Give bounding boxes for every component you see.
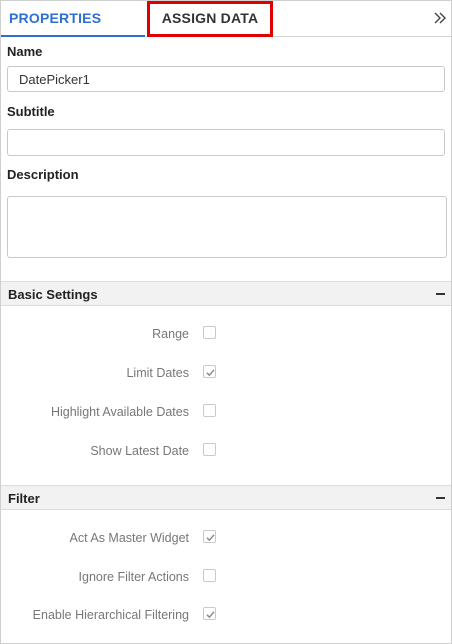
setting-row-act-as-master-widget: Act As Master Widget: [1, 529, 451, 549]
description-textarea[interactable]: [7, 196, 447, 258]
setting-label: Limit Dates: [126, 366, 189, 380]
name-label: Name: [7, 44, 43, 59]
tab-properties[interactable]: PROPERTIES: [1, 1, 145, 37]
ignore-filter-actions-checkbox[interactable]: [203, 569, 216, 582]
setting-label: Range: [152, 327, 189, 341]
setting-label: Highlight Available Dates: [50, 405, 189, 419]
setting-row-ignore-filter-actions: Ignore Filter Actions: [1, 568, 451, 588]
minus-icon[interactable]: [436, 293, 445, 295]
tab-assign-data[interactable]: ASSIGN DATA: [147, 1, 273, 37]
limit-dates-checkbox[interactable]: [203, 365, 216, 378]
section-title: Filter: [8, 491, 40, 506]
check-icon: [206, 534, 215, 542]
name-input[interactable]: [7, 66, 445, 92]
setting-row-range: Range: [1, 325, 451, 345]
check-icon: [206, 369, 215, 377]
highlight-available-dates-checkbox[interactable]: [203, 404, 216, 417]
setting-row-show-latest-date: Show Latest Date: [1, 442, 451, 462]
properties-panel: PROPERTIES ASSIGN DATA Name Subtitle Des…: [0, 0, 452, 644]
section-header-filter[interactable]: Filter: [1, 485, 451, 510]
setting-label: Ignore Filter Actions: [78, 570, 189, 584]
description-label: Description: [7, 167, 79, 182]
setting-label: Enable Hierarchical Filtering: [32, 608, 189, 622]
range-checkbox[interactable]: [203, 326, 216, 339]
subtitle-label: Subtitle: [7, 104, 55, 119]
double-chevron-right-icon[interactable]: [433, 10, 447, 26]
setting-row-enable-hierarchical-filtering: Enable Hierarchical Filtering: [1, 606, 451, 626]
subtitle-input[interactable]: [7, 129, 445, 156]
enable-hierarchical-filtering-checkbox[interactable]: [203, 607, 216, 620]
section-header-basic-settings[interactable]: Basic Settings: [1, 281, 451, 306]
setting-row-limit-dates: Limit Dates: [1, 364, 451, 384]
check-icon: [206, 611, 215, 619]
setting-label: Show Latest Date: [90, 444, 189, 458]
setting-label: Act As Master Widget: [69, 531, 189, 545]
setting-row-highlight-available-dates: Highlight Available Dates: [1, 403, 451, 423]
tab-bar: PROPERTIES ASSIGN DATA: [1, 1, 451, 37]
act-as-master-widget-checkbox[interactable]: [203, 530, 216, 543]
section-title: Basic Settings: [8, 287, 98, 302]
minus-icon[interactable]: [436, 497, 445, 499]
show-latest-date-checkbox[interactable]: [203, 443, 216, 456]
